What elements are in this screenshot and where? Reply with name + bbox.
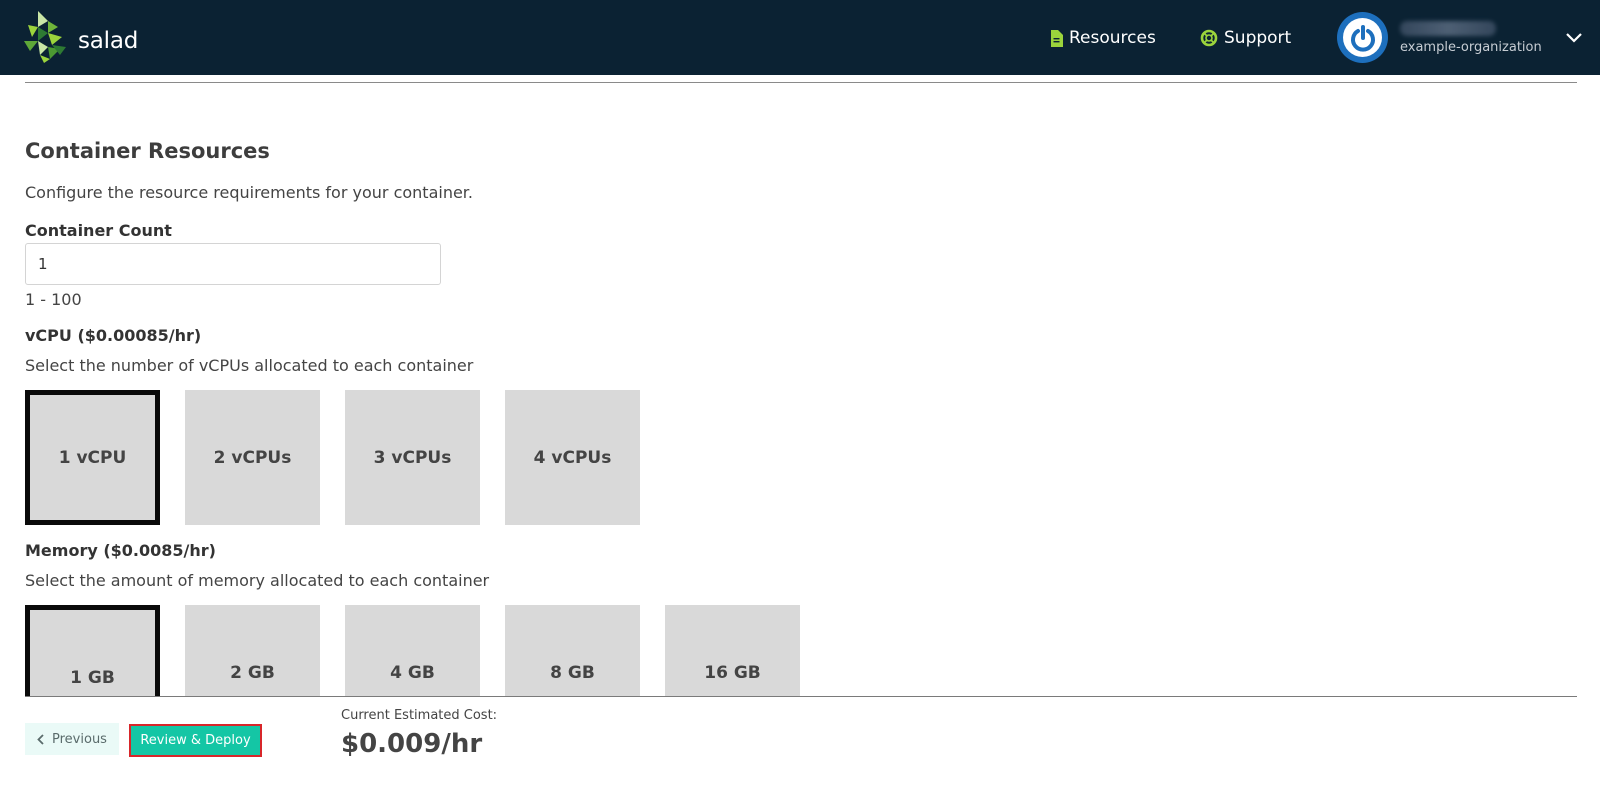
estimated-cost-label: Current Estimated Cost: <box>341 708 498 723</box>
memory-option-1gb[interactable]: 1 GB <box>25 605 160 697</box>
top-navigation-bar: salad Resources Support example-organiza… <box>0 0 1600 75</box>
container-count-label: Container Count <box>25 221 172 240</box>
avatar-inner <box>1343 18 1382 57</box>
memory-option-16gb[interactable]: 16 GB <box>665 605 800 697</box>
memory-option-4gb[interactable]: 4 GB <box>345 605 480 697</box>
vcpu-option-3[interactable]: 3 vCPUs <box>345 390 480 525</box>
footer-divider <box>25 696 1577 697</box>
lifebuoy-icon <box>1200 29 1218 47</box>
vcpu-label: vCPU ($0.00085/hr) <box>25 326 202 345</box>
previous-button[interactable]: Previous <box>25 723 119 755</box>
memory-label: Memory ($0.0085/hr) <box>25 541 216 560</box>
nav-resources-label: Resources <box>1069 28 1156 48</box>
container-count-input[interactable] <box>25 243 441 285</box>
organization-name: example-organization <box>1400 40 1542 55</box>
memory-description: Select the amount of memory allocated to… <box>25 571 490 590</box>
nav-support-label: Support <box>1224 28 1292 48</box>
estimated-cost-value: $0.009/hr <box>341 729 483 759</box>
review-deploy-button[interactable]: Review & Deploy <box>129 724 262 757</box>
previous-button-label: Previous <box>52 731 107 747</box>
vcpu-option-4[interactable]: 4 vCPUs <box>505 390 640 525</box>
document-icon <box>1051 29 1063 47</box>
section-title: Container Resources <box>25 139 270 163</box>
vcpu-option-1[interactable]: 1 vCPU <box>25 390 160 525</box>
power-icon <box>1350 24 1375 52</box>
blurred-username <box>1400 21 1496 36</box>
salad-logo-icon[interactable] <box>24 11 70 63</box>
container-count-hint: 1 - 100 <box>25 290 82 309</box>
section-divider <box>25 82 1577 83</box>
vcpu-description: Select the number of vCPUs allocated to … <box>25 356 474 375</box>
chevron-down-icon[interactable] <box>1564 30 1584 46</box>
brand-name[interactable]: salad <box>78 28 138 54</box>
memory-option-8gb[interactable]: 8 GB <box>505 605 640 697</box>
section-description: Configure the resource requirements for … <box>25 183 473 202</box>
memory-option-2gb[interactable]: 2 GB <box>185 605 320 697</box>
nav-support-link[interactable]: Support <box>1200 26 1291 50</box>
chevron-left-icon <box>37 733 44 745</box>
vcpu-option-2[interactable]: 2 vCPUs <box>185 390 320 525</box>
avatar[interactable] <box>1337 12 1388 63</box>
nav-resources-link[interactable]: Resources <box>1050 26 1156 50</box>
